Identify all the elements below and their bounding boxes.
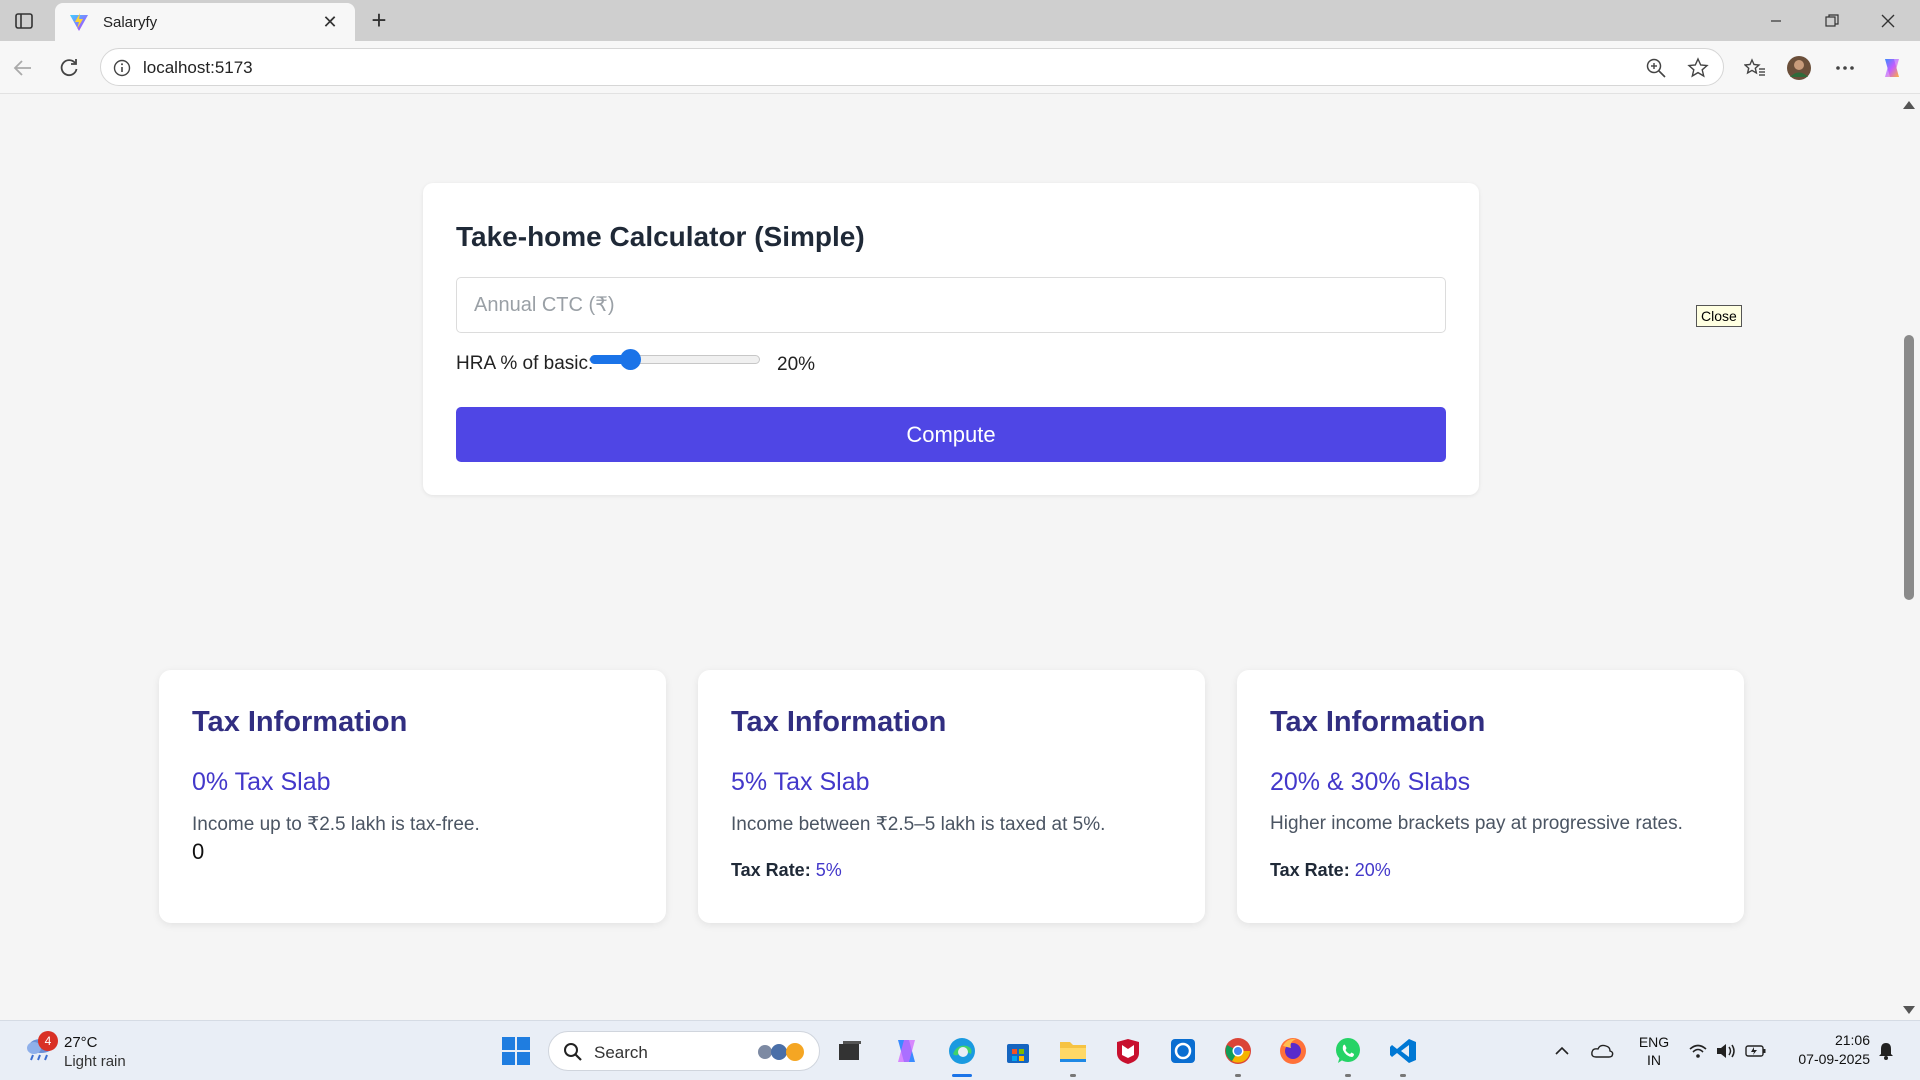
address-bar[interactable]: localhost:5173 (100, 48, 1724, 86)
calculator-card: Take-home Calculator (Simple) HRA % of b… (423, 183, 1479, 495)
onedrive-cloud-icon[interactable] (1588, 1031, 1616, 1071)
mcafee-icon[interactable] (1110, 1033, 1146, 1069)
annual-ctc-input[interactable] (456, 277, 1446, 333)
tax-rate-line: Tax Rate: 5% (731, 860, 842, 881)
notification-bell-icon[interactable] (1872, 1031, 1900, 1071)
back-arrow-icon[interactable] (8, 53, 38, 83)
task-view-icon[interactable] (832, 1033, 868, 1069)
restore-icon[interactable] (1804, 0, 1860, 41)
hra-slider-thumb[interactable] (620, 349, 641, 370)
url-text[interactable]: localhost:5173 (143, 58, 253, 78)
tax-rate-value: 20% (1354, 860, 1391, 880)
scroll-up-icon[interactable] (1903, 101, 1915, 109)
tax-card-subtitle: 5% Tax Slab (731, 768, 870, 796)
volume-icon[interactable] (1714, 1031, 1738, 1071)
language-indicator[interactable]: ENG IN (1632, 1033, 1676, 1069)
firefox-icon[interactable] (1275, 1033, 1311, 1069)
refresh-icon[interactable] (54, 53, 84, 83)
close-tooltip: Close (1696, 305, 1742, 327)
language-code: ENG (1638, 1034, 1670, 1050)
battery-icon[interactable] (1744, 1031, 1768, 1071)
tax-rate-value: 5% (815, 860, 842, 880)
zoom-icon[interactable] (1645, 57, 1667, 79)
profile-avatar[interactable] (1784, 53, 1814, 83)
browser-tab[interactable]: Salaryfy ✕ (55, 3, 355, 41)
clock-date: 07-09-2025 (1798, 1051, 1870, 1067)
edge-browser-icon[interactable] (944, 1033, 980, 1077)
search-label: Search (594, 1043, 648, 1062)
system-clock[interactable]: 21:06 07-09-2025 (1780, 1031, 1870, 1069)
copilot-icon[interactable] (1877, 53, 1907, 83)
search-highlight-icon (758, 1043, 804, 1061)
close-window-icon[interactable] (1860, 0, 1916, 41)
tax-rate-line: Tax Rate: 20% (1270, 860, 1391, 881)
site-info-icon[interactable] (113, 59, 131, 77)
tax-card-description: Income up to ₹2.5 lakh is tax-free. (192, 814, 480, 835)
hra-label: HRA % of basic: (456, 353, 594, 374)
copilot-app-icon[interactable] (888, 1033, 924, 1069)
weather-temperature: 27°C (64, 1034, 98, 1051)
tab-title: Salaryfy (103, 13, 158, 31)
tax-card-description: Higher income brackets pay at progressiv… (1270, 813, 1683, 834)
tax-card-title: Tax Information (1270, 706, 1486, 738)
scrollbar-thumb[interactable] (1904, 335, 1914, 600)
region-code: IN (1647, 1052, 1661, 1068)
tax-card-subtitle: 20% & 30% Slabs (1270, 768, 1471, 796)
favorite-star-icon[interactable] (1687, 57, 1709, 79)
tax-rate-label: Tax Rate: (1270, 860, 1350, 880)
page-scrollbar[interactable] (1898, 95, 1920, 1020)
weather-widget[interactable]: 4 27°C Light rain (20, 1031, 140, 1075)
weather-alert-badge: 4 (38, 1031, 58, 1051)
tax-card-title: Tax Information (731, 706, 947, 738)
weather-condition: Light rain (64, 1053, 126, 1070)
tax-card-0-slab: Tax Information 0% Tax Slab Income up to… (159, 670, 666, 923)
clock-time: 21:06 (1834, 1032, 1870, 1048)
tab-actions-menu-icon[interactable] (10, 8, 38, 34)
more-options-icon[interactable] (1830, 53, 1860, 83)
tax-card-5-slab: Tax Information 5% Tax Slab Income betwe… (698, 670, 1205, 923)
show-hidden-icons-chevron-icon[interactable] (1550, 1031, 1574, 1071)
file-explorer-icon[interactable] (1055, 1033, 1091, 1077)
tax-card-20-30-slabs: Tax Information 20% & 30% Slabs Higher i… (1237, 670, 1744, 923)
favorites-icon[interactable] (1740, 53, 1770, 83)
new-tab-button[interactable]: + (364, 6, 394, 36)
tab-close-icon[interactable]: ✕ (319, 12, 341, 33)
microsoft-store-icon[interactable] (1000, 1033, 1036, 1069)
vscode-icon[interactable] (1385, 1033, 1421, 1077)
tax-card-subtitle: 0% Tax Slab (192, 768, 331, 796)
whatsapp-icon[interactable] (1330, 1033, 1366, 1077)
hra-value: 20% (777, 354, 816, 375)
compute-button[interactable]: Compute (456, 407, 1446, 462)
tax-card-value: 0 (192, 839, 205, 864)
calculator-title: Take-home Calculator (Simple) (456, 221, 865, 252)
search-icon (564, 1043, 582, 1061)
browser-tab-bar: Salaryfy ✕ + (0, 0, 1920, 41)
app-square-icon[interactable] (1165, 1033, 1201, 1069)
tax-rate-label: Tax Rate: (731, 860, 811, 880)
taskbar-search[interactable]: Search (548, 1031, 820, 1071)
tax-card-description: Income between ₹2.5–5 lakh is taxed at 5… (731, 814, 1106, 835)
vite-logo-icon (70, 13, 88, 31)
hra-slider[interactable] (590, 347, 760, 371)
page-viewport: Take-home Calculator (Simple) HRA % of b… (0, 95, 1898, 1020)
tax-card-title: Tax Information (192, 706, 408, 738)
windows-start-icon[interactable] (500, 1035, 532, 1067)
chrome-icon[interactable] (1220, 1033, 1256, 1077)
browser-toolbar: localhost:5173 (0, 41, 1920, 94)
minimize-icon[interactable] (1748, 0, 1804, 41)
scroll-down-icon[interactable] (1903, 1006, 1915, 1014)
taskbar: 4 27°C Light rain Search ENG IN 21:06 07… (0, 1020, 1920, 1080)
wifi-icon[interactable] (1686, 1031, 1710, 1071)
